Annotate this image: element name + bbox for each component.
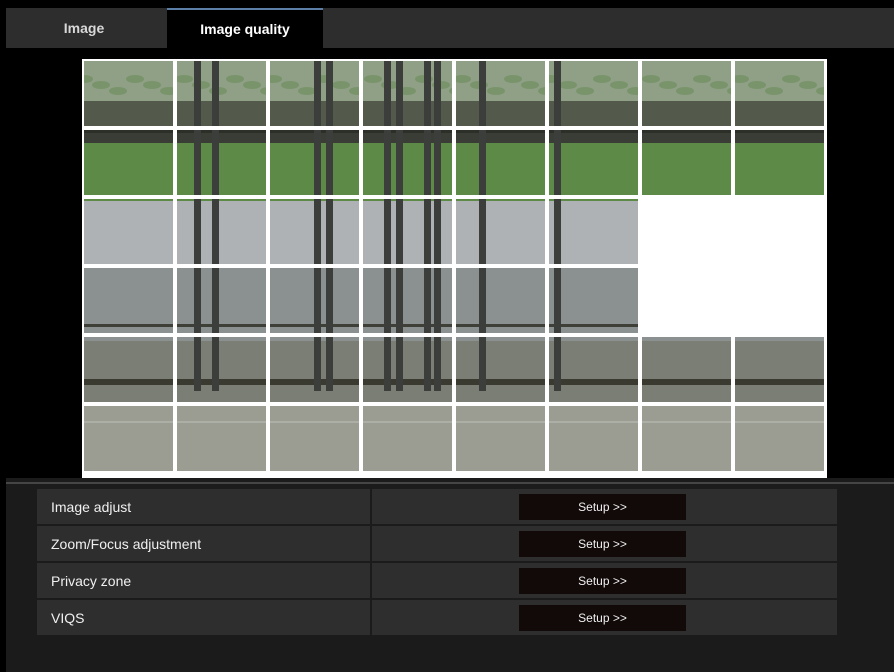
grid-cell[interactable] — [549, 268, 638, 333]
grid-cell[interactable] — [456, 61, 545, 126]
grid-cell[interactable] — [735, 268, 824, 333]
grid-cell[interactable] — [177, 268, 266, 333]
grid-cell[interactable] — [177, 61, 266, 126]
grid-cell[interactable] — [84, 337, 173, 402]
grid-cell[interactable] — [363, 130, 452, 195]
grid-cell[interactable] — [363, 268, 452, 333]
grid-cell[interactable] — [735, 406, 824, 471]
grid-cell[interactable] — [363, 61, 452, 126]
grid-cell[interactable] — [549, 199, 638, 264]
grid-cell[interactable] — [177, 337, 266, 402]
grid-cell[interactable] — [735, 337, 824, 402]
grid-cell[interactable] — [270, 268, 359, 333]
grid-cell[interactable] — [270, 199, 359, 264]
grid-cell[interactable] — [456, 406, 545, 471]
tab-image[interactable]: Image — [6, 8, 162, 48]
privacy-mask-grid[interactable] — [82, 59, 827, 478]
grid-cell[interactable] — [84, 61, 173, 126]
tab-image-quality[interactable]: Image quality — [167, 8, 323, 48]
grid-cell[interactable] — [84, 130, 173, 195]
grid-cell[interactable] — [735, 199, 824, 264]
grid-cell[interactable] — [549, 406, 638, 471]
zoom-focus-setup-button[interactable]: Setup >> — [519, 531, 686, 557]
grid-cell[interactable] — [84, 268, 173, 333]
grid-cell[interactable] — [642, 406, 731, 471]
grid-cell[interactable] — [642, 61, 731, 126]
grid-cell[interactable] — [456, 130, 545, 195]
row-zoom-focus: Zoom/Focus adjustment Setup >> — [37, 526, 837, 561]
grid-cell[interactable] — [84, 406, 173, 471]
grid-cell[interactable] — [549, 61, 638, 126]
zoom-focus-label: Zoom/Focus adjustment — [37, 526, 370, 561]
grid-cell[interactable] — [549, 337, 638, 402]
grid-cell[interactable] — [735, 61, 824, 126]
grid-cell[interactable] — [363, 406, 452, 471]
grid-cell[interactable] — [84, 199, 173, 264]
grid-cell[interactable] — [642, 199, 731, 264]
image-adjust-setup-button[interactable]: Setup >> — [519, 494, 686, 520]
grid-cell[interactable] — [270, 337, 359, 402]
tab-bar: Image Image quality — [6, 8, 894, 48]
grid-cell[interactable] — [363, 337, 452, 402]
grid-cell[interactable] — [735, 130, 824, 195]
grid-cell[interactable] — [642, 337, 731, 402]
grid-cell[interactable] — [363, 199, 452, 264]
viqs-label: VIQS — [37, 600, 370, 635]
grid-cell[interactable] — [642, 268, 731, 333]
row-privacy-zone: Privacy zone Setup >> — [37, 563, 837, 598]
grid-cell[interactable] — [642, 130, 731, 195]
grid-cell[interactable] — [270, 61, 359, 126]
grid-cell[interactable] — [456, 337, 545, 402]
grid-cell[interactable] — [270, 130, 359, 195]
row-viqs: VIQS Setup >> — [37, 600, 837, 635]
grid-cell[interactable] — [177, 406, 266, 471]
section-divider — [6, 482, 894, 484]
grid-cell[interactable] — [549, 130, 638, 195]
grid-cell[interactable] — [456, 268, 545, 333]
image-adjust-label: Image adjust — [37, 489, 370, 524]
grid-cell[interactable] — [456, 199, 545, 264]
privacy-zone-setup-button[interactable]: Setup >> — [519, 568, 686, 594]
grid-cell[interactable] — [177, 130, 266, 195]
privacy-zone-label: Privacy zone — [37, 563, 370, 598]
grid-cell[interactable] — [270, 406, 359, 471]
grid-cell[interactable] — [177, 199, 266, 264]
viqs-setup-button[interactable]: Setup >> — [519, 605, 686, 631]
row-image-adjust: Image adjust Setup >> — [37, 489, 837, 524]
